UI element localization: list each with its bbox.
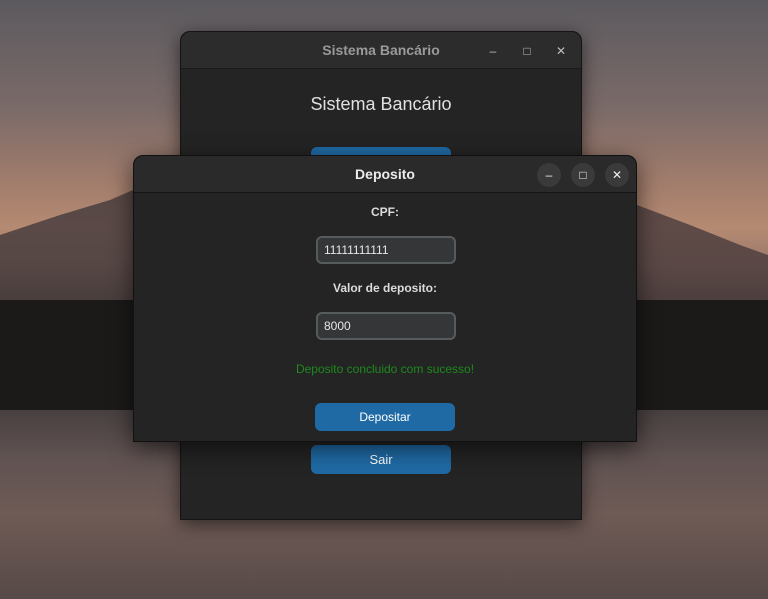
- cpf-label: CPF:: [371, 205, 399, 219]
- maximize-icon[interactable]: □: [571, 162, 595, 187]
- amount-label: Valor de deposito:: [332, 281, 437, 295]
- deposit-button[interactable]: Depositar: [315, 403, 455, 431]
- main-window-title: Sistema Bancário: [322, 42, 440, 58]
- cpf-input[interactable]: [316, 236, 456, 264]
- amount-input[interactable]: [316, 312, 456, 340]
- minimize-icon[interactable]: –: [537, 162, 561, 187]
- dialog-title: Deposito: [355, 166, 415, 182]
- dialog-titlebar[interactable]: Deposito – □ ✕: [134, 156, 636, 193]
- main-heading: Sistema Bancário: [310, 94, 452, 114]
- close-icon[interactable]: ✕: [549, 39, 573, 63]
- maximize-icon[interactable]: □: [515, 39, 539, 63]
- minimize-icon[interactable]: –: [481, 39, 505, 63]
- deposit-dialog: Deposito – □ ✕ CPF: Valor de deposito: D…: [133, 155, 637, 442]
- close-icon[interactable]: ✕: [605, 162, 629, 187]
- exit-button[interactable]: Sair: [311, 445, 451, 474]
- main-titlebar[interactable]: Sistema Bancário – □ ✕: [181, 32, 581, 69]
- status-message: Deposito concluido com sucesso!: [295, 362, 475, 376]
